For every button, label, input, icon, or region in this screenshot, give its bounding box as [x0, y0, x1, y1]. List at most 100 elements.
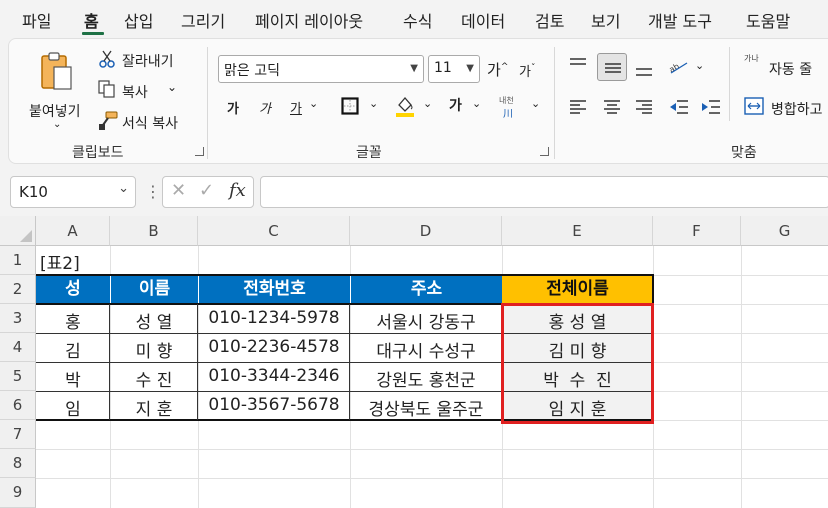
chevron-down-icon[interactable]: ⌄ [118, 181, 129, 196]
column-header-c[interactable]: C [198, 216, 350, 246]
phonetic-dropdown-icon[interactable]: ⌄ [531, 97, 540, 110]
header-cell-first-name[interactable]: 이름 [110, 275, 198, 304]
scissors-icon [99, 50, 115, 68]
header-cell-last-name[interactable]: 성 [36, 275, 110, 304]
align-left-icon[interactable] [569, 99, 587, 115]
table-cell-last-name[interactable]: 김 [36, 337, 110, 362]
format-painter-button[interactable]: 서식 복사 [122, 113, 178, 133]
table-cell-first-name[interactable]: 지 훈 [110, 395, 198, 420]
decrease-indent-icon[interactable] [669, 99, 689, 115]
cut-button[interactable]: 잘라내기 [122, 51, 174, 71]
menu-page-layout[interactable]: 페이지 레이아웃 [255, 8, 363, 32]
table-cell-address[interactable]: 강원도 홍천군 [350, 366, 502, 391]
header-cell-phone[interactable]: 전화번호 [198, 275, 350, 304]
phonetic-button[interactable]: 내천 川 [499, 95, 529, 120]
orientation-dropdown-icon[interactable]: ⌄ [695, 59, 704, 72]
paste-button[interactable]: 붙여넣기 ⌄ [23, 47, 85, 133]
row-header-2[interactable]: 2 [0, 275, 36, 304]
insert-function-button[interactable]: fx [229, 180, 246, 201]
cancel-icon[interactable]: ✕ [171, 180, 186, 201]
font-name-select[interactable]: 맑은 고딕 ▼ [218, 55, 424, 83]
row-header-7[interactable]: 7 [0, 420, 36, 449]
merge-center-button[interactable]: 병합하고 [771, 99, 823, 119]
grow-font-button[interactable]: 가^ [487, 59, 508, 80]
borders-dropdown-icon[interactable]: ⌄ [369, 97, 378, 110]
menu-file[interactable]: 파일 [22, 8, 51, 32]
copy-button[interactable]: 복사 [122, 82, 148, 102]
header-cell-address[interactable]: 주소 [350, 275, 502, 304]
italic-button[interactable]: 가 [259, 98, 271, 117]
fill-color-icon[interactable] [395, 95, 415, 117]
wrap-text-button[interactable]: 자동 줄 [769, 59, 812, 79]
header-cell-full-name[interactable]: 전체이름 [502, 275, 653, 304]
font-color-dropdown-icon[interactable]: ⌄ [472, 97, 481, 110]
table-cell-phone[interactable]: 010-2236-4578 [198, 337, 350, 357]
column-header-g[interactable]: G [741, 216, 828, 246]
row-header-4[interactable]: 4 [0, 333, 36, 362]
paste-dropdown-icon[interactable]: ⌄ [53, 119, 61, 130]
table-cell-first-name[interactable]: 성 열 [110, 308, 198, 333]
select-all-triangle-icon [20, 230, 32, 242]
menu-view[interactable]: 보기 [591, 8, 620, 32]
table-cell-phone[interactable]: 010-1234-5978 [198, 308, 350, 328]
table-cell-address[interactable]: 서울시 강동구 [350, 308, 502, 333]
formula-input[interactable] [260, 176, 828, 208]
font-color-button[interactable]: 가 [449, 95, 462, 115]
menu-home[interactable]: 홈 [84, 8, 99, 32]
formula-bar: K10 ⌄ ⋮ ✕ ✓ fx [0, 172, 828, 212]
row-header-1[interactable]: 1 [0, 246, 36, 275]
align-center-icon[interactable] [603, 99, 621, 115]
name-box[interactable]: K10 ⌄ [10, 176, 136, 208]
more-options-icon[interactable]: ⋮ [145, 182, 161, 201]
formula-controls: ✕ ✓ fx [162, 176, 254, 208]
row-header-5[interactable]: 5 [0, 362, 36, 391]
menu-review[interactable]: 검토 [535, 8, 564, 32]
select-all-button[interactable] [0, 216, 36, 246]
menu-draw[interactable]: 그리기 [181, 8, 225, 32]
align-bottom-icon[interactable] [635, 61, 653, 77]
align-middle-button[interactable] [597, 53, 627, 81]
spreadsheet-grid[interactable]: A B C D E F G 1 2 3 4 5 6 7 8 9 [표2] 성 이… [0, 216, 828, 508]
table-cell-last-name[interactable]: 홍 [36, 308, 110, 333]
row-header-6[interactable]: 6 [0, 391, 36, 420]
paste-label: 붙여넣기 [29, 104, 81, 120]
table-cell-first-name[interactable]: 수 진 [110, 366, 198, 391]
column-header-d[interactable]: D [350, 216, 502, 246]
row-header-3[interactable]: 3 [0, 304, 36, 333]
table-cell-last-name[interactable]: 박 [36, 366, 110, 391]
copy-dropdown-icon[interactable]: ⌄ [167, 80, 177, 94]
merge-center-icon [744, 97, 764, 115]
row-header-8[interactable]: 8 [0, 449, 36, 478]
column-header-b[interactable]: B [110, 216, 198, 246]
borders-icon[interactable] [341, 97, 359, 115]
table-cell-last-name[interactable]: 임 [36, 395, 110, 420]
column-header-e[interactable]: E [502, 216, 653, 246]
row-header-9[interactable]: 9 [0, 478, 36, 508]
menu-help[interactable]: 도움말 [746, 8, 790, 32]
menu-developer[interactable]: 개발 도구 [648, 8, 712, 32]
bold-button[interactable]: 가 [227, 98, 239, 117]
table-cell-first-name[interactable]: 미 향 [110, 337, 198, 362]
table-cell-phone[interactable]: 010-3344-2346 [198, 366, 350, 386]
table-cell-phone[interactable]: 010-3567-5678 [198, 395, 350, 415]
clipboard-launcher-icon[interactable] [195, 147, 204, 156]
align-right-icon[interactable] [635, 99, 653, 115]
enter-icon[interactable]: ✓ [199, 180, 214, 201]
table-title[interactable]: [표2] [40, 249, 80, 274]
shrink-font-button[interactable]: 가ˇ [519, 61, 535, 80]
align-top-icon[interactable] [569, 57, 587, 73]
font-launcher-icon[interactable] [540, 147, 549, 156]
font-size-select[interactable]: 11 ▼ [428, 55, 480, 83]
menu-formulas[interactable]: 수식 [403, 8, 432, 32]
column-header-a[interactable]: A [36, 216, 110, 246]
fill-color-dropdown-icon[interactable]: ⌄ [423, 97, 432, 110]
table-cell-address[interactable]: 대구시 수성구 [350, 337, 502, 362]
menu-insert[interactable]: 삽입 [124, 8, 153, 32]
underline-dropdown-icon[interactable]: ⌄ [309, 97, 318, 110]
table-cell-address[interactable]: 경상북도 울주군 [350, 395, 502, 420]
increase-indent-icon[interactable] [701, 99, 721, 115]
menu-data[interactable]: 데이터 [461, 8, 505, 32]
column-header-f[interactable]: F [653, 216, 741, 246]
underline-button[interactable]: 가 [290, 98, 302, 117]
text-orientation-icon[interactable]: ab [667, 57, 691, 77]
